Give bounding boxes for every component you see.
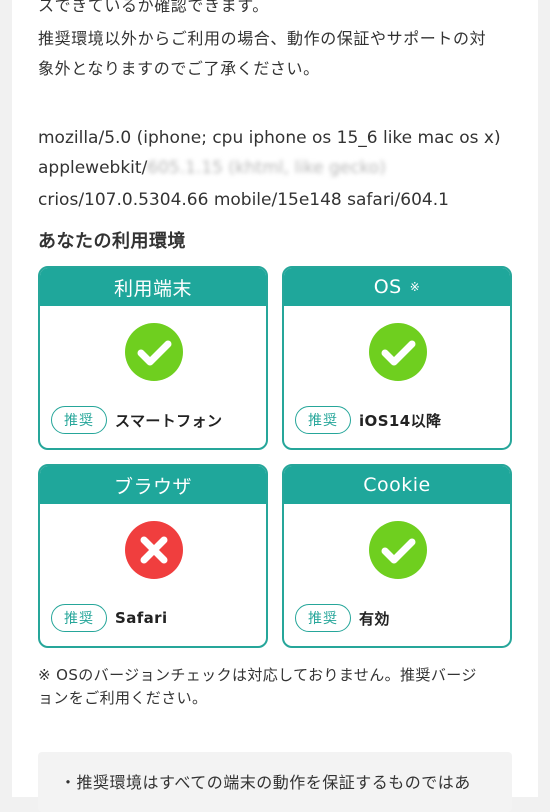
card-browser: ブラウザ 推奨 Safari	[38, 464, 268, 648]
os-note-line-2: ョンをご利用ください。	[38, 689, 208, 707]
card-os: OS ※ 推奨 iOS14以降	[282, 266, 512, 450]
os-note-line-1: ※ OSのバージョンチェックは対応しておりません。推奨バージ	[38, 666, 477, 684]
user-agent-blurred: 605.1.15 (khtml, like gecko)	[147, 158, 386, 178]
card-device: 利用端末 推奨 スマートフォン	[38, 266, 268, 450]
recommended-badge: 推奨	[51, 604, 107, 632]
check-circle-icon	[369, 323, 427, 381]
recommended-row: 推奨 iOS14以降	[295, 406, 441, 434]
recommended-value: スマートフォン	[115, 411, 223, 430]
recommended-value: iOS14以降	[359, 411, 442, 430]
card-title: OS	[373, 276, 402, 298]
card-header: ブラウザ	[40, 466, 266, 504]
card-header: OS ※	[284, 268, 510, 306]
card-title: 利用端末	[113, 277, 192, 300]
card-title: ブラウザ	[113, 475, 192, 498]
recommended-value: 有効	[359, 609, 390, 628]
card-title: Cookie	[363, 474, 431, 496]
recommended-value: Safari	[115, 609, 168, 627]
card-header: Cookie	[284, 466, 510, 504]
recommended-badge: 推奨	[295, 406, 351, 434]
user-agent-prefix: applewebkit/	[38, 158, 148, 178]
card-cookie: Cookie 推奨 有効	[282, 464, 512, 648]
note-mark: ※	[409, 280, 421, 294]
card-header: 利用端末	[40, 268, 266, 306]
recommended-row: 推奨 スマートフォン	[51, 406, 222, 434]
intro-line-2: 推奨環境以外からご利用の場合、動作の保証やサポートの対	[38, 29, 487, 48]
section-title: あなたの利用環境	[38, 231, 186, 252]
recommended-badge: 推奨	[51, 406, 107, 434]
user-agent-line-2: applewebkit/605.1.15 (khtml, like gecko)	[38, 157, 386, 179]
user-agent-line-3: crios/107.0.5304.66 mobile/15e148 safari…	[38, 190, 449, 210]
disclaimer-box: ・推奨環境はすべての端末の動作を保証するものではあ	[38, 752, 512, 812]
user-agent-line-1: mozilla/5.0 (iphone; cpu iphone os 15_6 …	[38, 128, 501, 148]
recommended-row: 推奨 Safari	[51, 604, 168, 632]
cross-circle-icon	[125, 521, 183, 579]
check-circle-icon	[125, 323, 183, 381]
intro-line-3: 象外となりますのでご了承ください。	[38, 59, 320, 78]
recommended-row: 推奨 有効	[295, 604, 390, 632]
recommended-badge: 推奨	[295, 604, 351, 632]
disclaimer-line-1: ・推奨環境はすべての端末の動作を保証するものではあ	[60, 773, 471, 792]
environment-check-page: スできているか確認できます。 推奨環境以外からご利用の場合、動作の保証やサポート…	[12, 0, 538, 812]
intro-line-1: スできているか確認できます。	[38, 0, 269, 15]
check-circle-icon	[369, 521, 427, 579]
